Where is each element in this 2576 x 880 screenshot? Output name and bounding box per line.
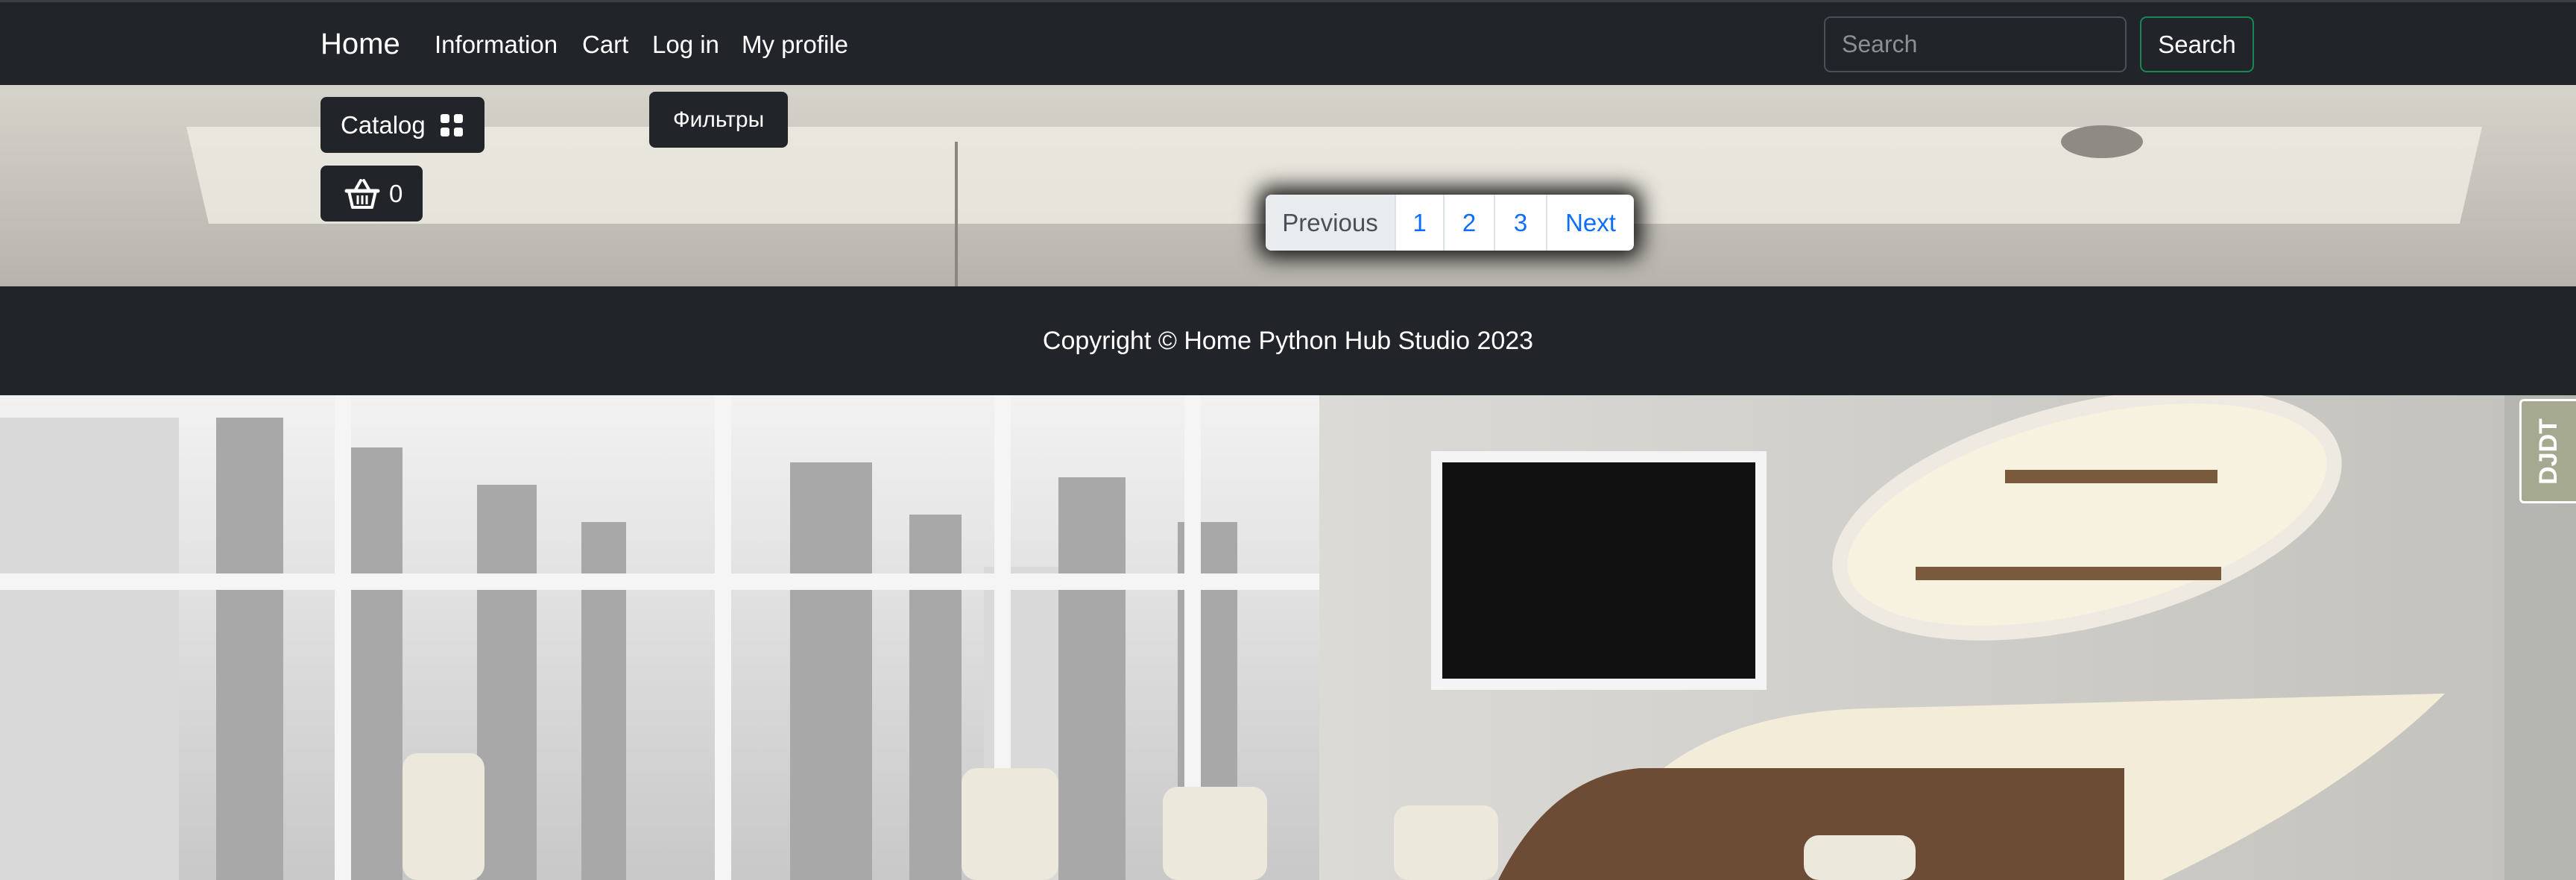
grid-icon — [440, 113, 463, 136]
pagination: Previous 1 2 3 Next — [1266, 195, 1634, 251]
catalog-label: Catalog — [341, 110, 426, 139]
djdt-toolbar-handle[interactable]: DJDT — [2519, 399, 2576, 503]
search-button[interactable]: Search — [2140, 16, 2254, 72]
pagination-page-3[interactable]: 3 — [1495, 195, 1547, 251]
basket-count: 0 — [389, 179, 403, 207]
top-navbar: Home Information Cart Log in My profile … — [0, 0, 2576, 85]
nav-link-my-profile[interactable]: My profile — [742, 31, 848, 59]
catalog-button[interactable]: Catalog — [321, 97, 484, 153]
basket-icon — [344, 178, 380, 209]
djdt-logo: DJDT — [2534, 418, 2563, 485]
basket-button[interactable]: 0 — [321, 166, 423, 221]
pagination-next[interactable]: Next — [1547, 195, 1634, 251]
copyright-text: Copyright © Home Python Hub Studio 2023 — [1042, 326, 1534, 355]
pagination-page-2[interactable]: 2 — [1445, 195, 1495, 251]
nav-link-cart[interactable]: Cart — [582, 31, 628, 59]
pagination-page-1[interactable]: 1 — [1396, 195, 1445, 251]
footer: Copyright © Home Python Hub Studio 2023 — [0, 286, 2576, 395]
nav-link-login[interactable]: Log in — [652, 31, 719, 59]
brand-home-link[interactable]: Home — [321, 28, 400, 61]
nav-link-information[interactable]: Information — [435, 31, 558, 59]
filters-button[interactable]: Фильтры — [649, 92, 788, 148]
search-input[interactable] — [1824, 16, 2127, 72]
pagination-previous[interactable]: Previous — [1266, 195, 1396, 251]
